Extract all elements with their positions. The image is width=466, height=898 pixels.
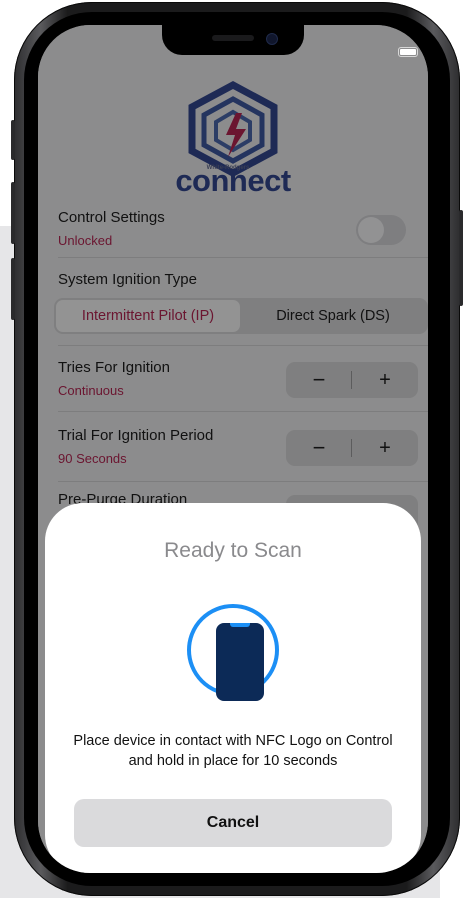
sheet-title: Ready to Scan [164, 539, 302, 562]
toggle-knob [358, 217, 384, 243]
decrement-button[interactable]: − [286, 362, 352, 398]
trial-period-value: 90 Seconds [58, 451, 127, 466]
trial-period-label: Trial For Ignition Period [58, 427, 214, 444]
divider [58, 257, 428, 258]
segment-intermittent-pilot[interactable]: Intermittent Pilot (IP) [56, 300, 240, 332]
notch [162, 25, 304, 55]
phone-icon [216, 623, 264, 701]
divider [58, 411, 428, 412]
power-button [459, 210, 463, 306]
control-settings-status: Unlocked [58, 233, 113, 248]
tries-for-ignition-stepper: − + [286, 362, 418, 398]
cancel-button[interactable]: Cancel [74, 799, 392, 847]
scan-instructions: Place device in contact with NFC Logo on… [73, 733, 393, 769]
segment-direct-spark[interactable]: Direct Spark (DS) [240, 300, 426, 332]
app-content: White-Rodgers connect Control Settings U… [38, 25, 428, 873]
phone-notch-icon [230, 623, 250, 627]
tries-for-ignition-value: Continuous [58, 383, 124, 398]
control-settings-toggle[interactable] [356, 215, 406, 245]
divider [58, 345, 428, 346]
increment-button[interactable]: + [352, 430, 418, 466]
logo-wordmark: connect [175, 163, 291, 198]
phone-screen: White-Rodgers connect Control Settings U… [38, 25, 428, 873]
volume-up-button [11, 182, 15, 244]
ignition-type-segmented-control: Intermittent Pilot (IP) Direct Spark (DS… [54, 298, 428, 334]
speaker-grille [212, 35, 254, 41]
volume-down-button [11, 258, 15, 320]
tries-for-ignition-label: Tries For Ignition [58, 359, 170, 376]
increment-button[interactable]: + [352, 362, 418, 398]
ignition-type-label: System Ignition Type [58, 271, 197, 288]
decrement-button[interactable]: − [286, 430, 352, 466]
control-settings-label: Control Settings [58, 209, 165, 226]
battery-icon [398, 47, 418, 57]
nfc-scan-sheet: Ready to Scan Place device in contact wi… [45, 503, 421, 873]
trial-period-stepper: − + [286, 430, 418, 466]
front-camera-icon [266, 33, 278, 45]
mute-switch [11, 120, 15, 160]
divider [58, 481, 428, 482]
